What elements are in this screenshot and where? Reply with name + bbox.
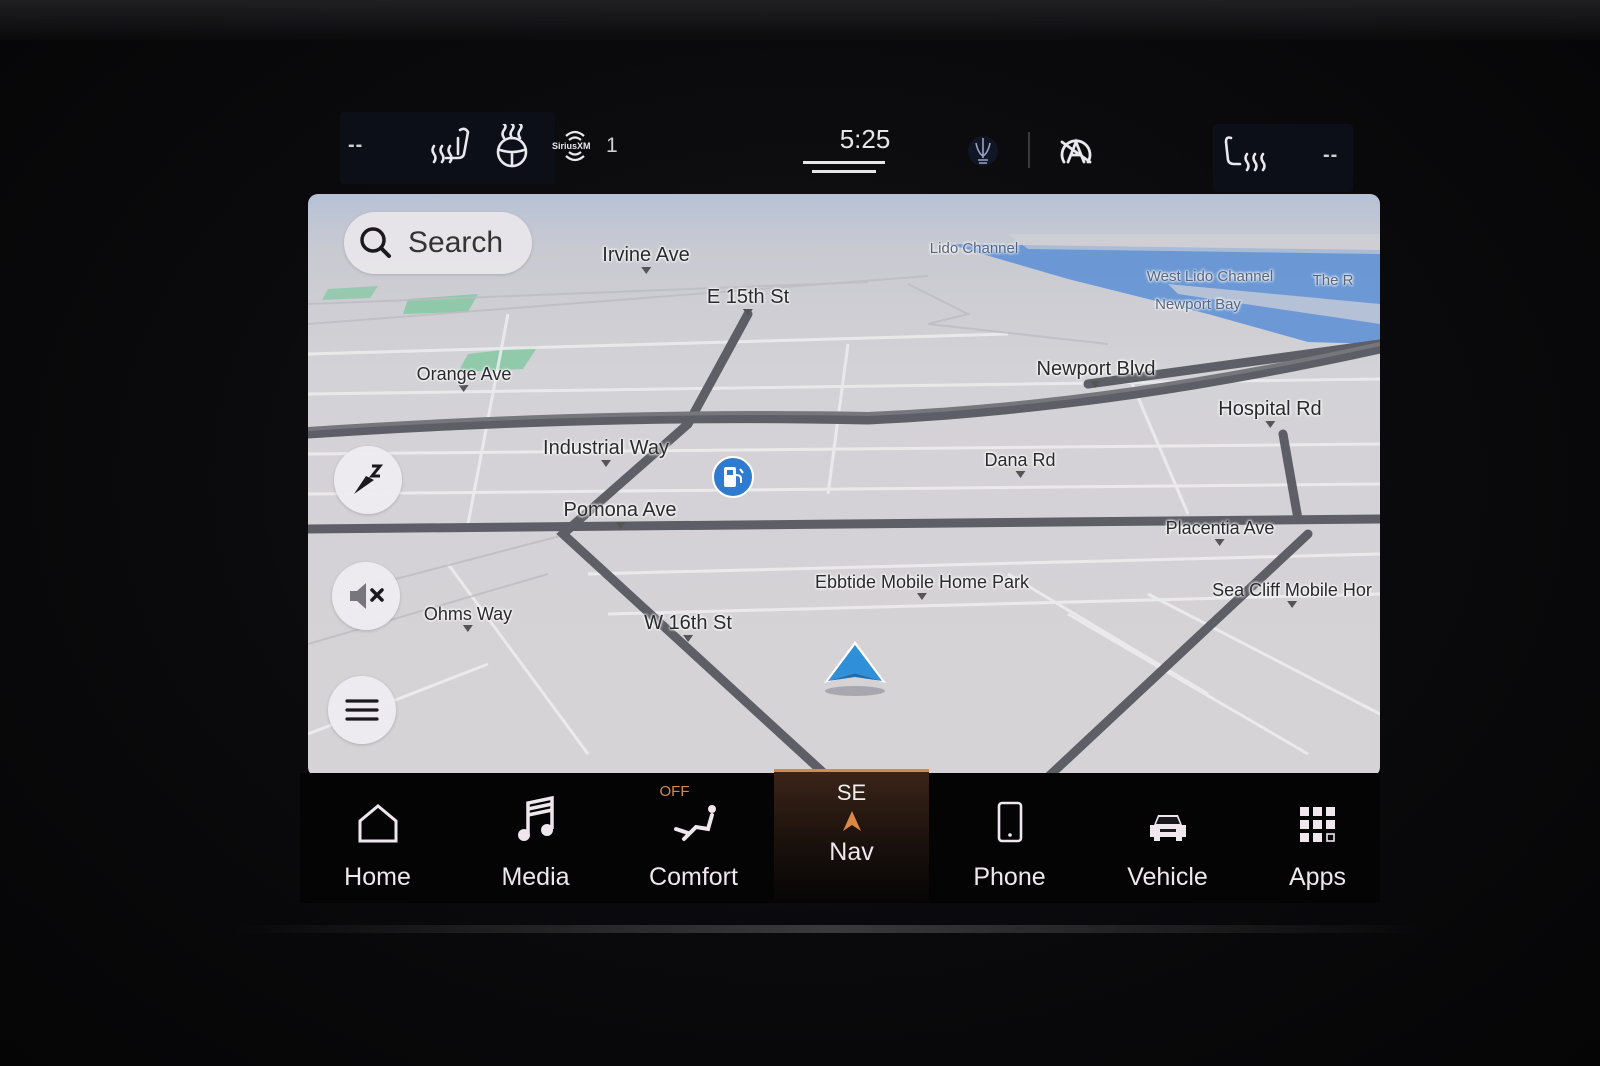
nav-comfort-label: Comfort bbox=[649, 863, 738, 891]
fuel-station-poi[interactable] bbox=[712, 456, 754, 498]
comfort-off-badge: OFF bbox=[659, 783, 690, 800]
mute-button[interactable] bbox=[332, 562, 400, 630]
fuel-station-icon bbox=[724, 467, 744, 487]
map-label-water: Newport Bay bbox=[1155, 296, 1241, 313]
mute-icon bbox=[350, 583, 384, 609]
menu-button[interactable] bbox=[328, 676, 396, 744]
map-label-street[interactable]: Irvine Ave bbox=[602, 244, 690, 274]
nav-apps[interactable]: Apps bbox=[1240, 773, 1395, 903]
menu-icon bbox=[345, 699, 379, 721]
map-label-water: The R bbox=[1312, 272, 1354, 289]
search-label: Search bbox=[408, 226, 504, 259]
map-label-water: Lido Channel bbox=[929, 240, 1019, 257]
driver-temperature[interactable]: -- bbox=[348, 134, 363, 157]
water-newport-bay bbox=[948, 244, 1380, 344]
vehicle-icon bbox=[1149, 815, 1186, 841]
nav-vehicle-label: Vehicle bbox=[1127, 863, 1208, 891]
comfort-seat-icon bbox=[673, 805, 716, 841]
clock-underline bbox=[803, 161, 885, 164]
map-label-street[interactable]: Industrial Way bbox=[543, 437, 669, 467]
map-label-water: West Lido Channel bbox=[1146, 268, 1274, 285]
nav-media-label: Media bbox=[501, 863, 570, 891]
map-label-street[interactable]: Hospital Rd bbox=[1218, 398, 1322, 428]
compass-north-icon bbox=[354, 464, 384, 494]
vehicle-position-arrow bbox=[824, 641, 886, 696]
map-label-street[interactable]: Ebbtide Mobile Home Park bbox=[815, 572, 1029, 600]
search-button[interactable]: Search bbox=[344, 212, 532, 274]
auto-stop-start-off-icon[interactable] bbox=[1056, 132, 1096, 177]
status-separator bbox=[1028, 132, 1030, 168]
nav-phone-label: Phone bbox=[973, 863, 1046, 891]
passenger-temperature[interactable]: -- bbox=[1323, 144, 1338, 167]
apps-grid-icon bbox=[1299, 807, 1335, 842]
svg-text:SiriusXM: SiriusXM bbox=[552, 141, 591, 151]
compass-button[interactable] bbox=[334, 446, 402, 514]
home-icon bbox=[358, 804, 397, 843]
clock-underline-2 bbox=[812, 170, 876, 173]
status-bar: -- SiriusXM 1 5:25 -- bbox=[340, 112, 1355, 192]
map-label-street[interactable]: Placentia Ave bbox=[1166, 518, 1274, 546]
map-label-street[interactable]: Newport Blvd bbox=[1037, 358, 1155, 388]
map-label-street[interactable]: W 16th St bbox=[644, 612, 732, 642]
nav-home-label: Home bbox=[344, 863, 411, 891]
bezel-bottom-trim bbox=[230, 925, 1430, 933]
map-label-street[interactable]: Ohms Way bbox=[424, 604, 512, 632]
brand-trident-icon bbox=[968, 134, 998, 173]
heading-arrow-icon bbox=[842, 811, 861, 831]
heated-seat-icon[interactable] bbox=[430, 126, 476, 173]
nav-vehicle[interactable]: Vehicle bbox=[1090, 773, 1245, 903]
heated-steering-wheel-icon[interactable] bbox=[492, 122, 532, 173]
driver-climate-zone[interactable]: -- bbox=[340, 112, 555, 184]
map-label-street[interactable]: E 15th St bbox=[707, 286, 789, 316]
siriusxm-icon[interactable]: SiriusXM bbox=[552, 126, 598, 171]
nav-media[interactable]: Media bbox=[458, 773, 613, 903]
nav-apps-label: Apps bbox=[1289, 863, 1346, 891]
bottom-nav-bar: Home Media OFF Comfort SE Nav Phone Vehi… bbox=[300, 769, 1380, 903]
nav-phone[interactable]: Phone bbox=[932, 773, 1087, 903]
nav-nav-label: Nav bbox=[829, 838, 874, 866]
map-label-street[interactable]: Sea Cliff Mobile Hor bbox=[1212, 580, 1372, 608]
bezel-top-trim bbox=[0, 0, 1600, 40]
nav-home[interactable]: Home bbox=[300, 773, 455, 903]
music-note-icon bbox=[517, 795, 554, 841]
nav-nav[interactable]: SE Nav bbox=[774, 769, 929, 901]
navigation-map[interactable]: Lido Channel West Lido Channel Newport B… bbox=[308, 194, 1380, 777]
map-label-street[interactable]: Orange Ave bbox=[417, 364, 511, 392]
passenger-heated-seat-icon[interactable] bbox=[1223, 134, 1269, 181]
clock[interactable]: 5:25 bbox=[820, 124, 910, 155]
radio-channel: 1 bbox=[606, 134, 619, 157]
map-label-street[interactable]: Pomona Ave bbox=[563, 499, 677, 529]
passenger-climate-zone[interactable]: -- bbox=[1213, 124, 1353, 192]
phone-icon bbox=[997, 801, 1022, 843]
map-label-street[interactable]: Dana Rd bbox=[984, 450, 1056, 478]
nav-comfort[interactable]: OFF Comfort bbox=[616, 773, 771, 903]
heading-direction: SE bbox=[836, 780, 867, 805]
search-icon bbox=[360, 227, 391, 258]
